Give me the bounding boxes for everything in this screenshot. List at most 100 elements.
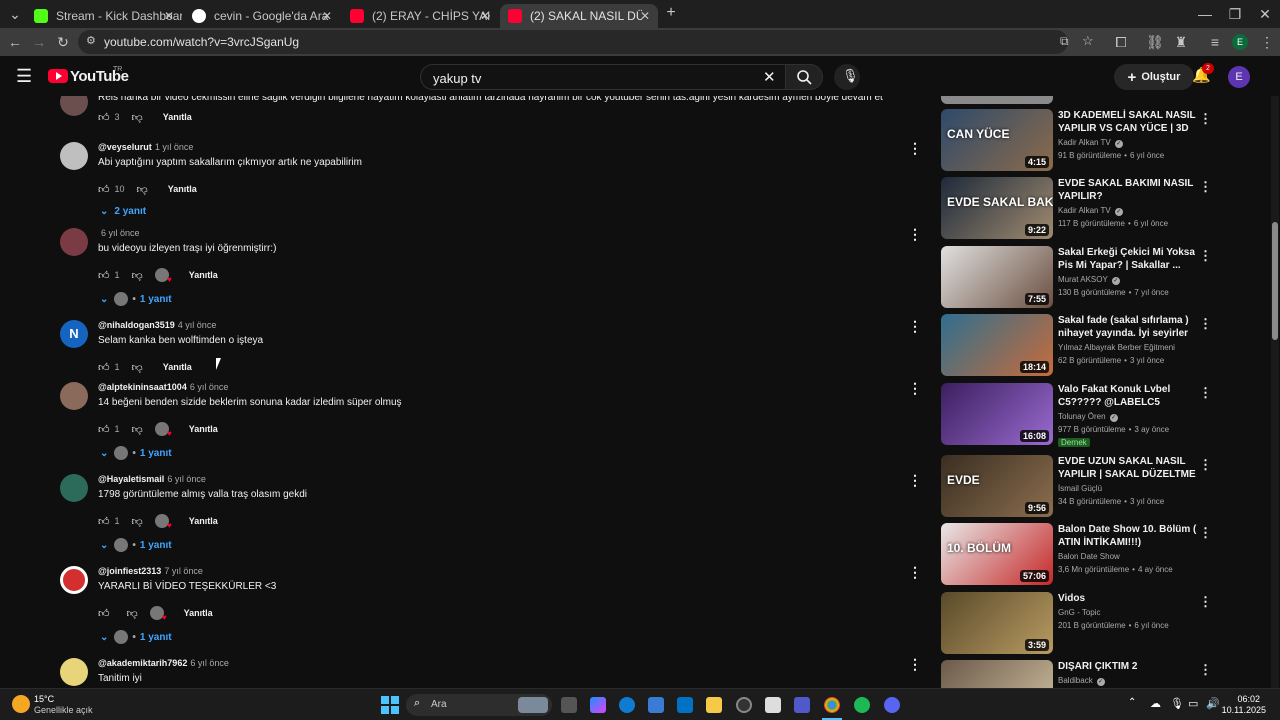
scrollbar[interactable]: [1271, 96, 1279, 688]
related-video[interactable]: EVDE SAKAL BAKIMI 9:22 EVDE SAKAL BAKIMI N…: [941, 177, 1241, 239]
video-thumbnail[interactable]: EVDE SAKAL BAKIMI 9:22: [941, 177, 1053, 239]
browser-menu-icon[interactable]: ⋮: [1258, 33, 1276, 51]
scrollbar-thumb[interactable]: [1272, 222, 1278, 340]
taskbar-search[interactable]: ⌕ Ara: [406, 694, 552, 716]
channel-name[interactable]: Kadir Alkan TV: [1058, 206, 1111, 215]
weather-icon[interactable]: [12, 695, 30, 713]
tab-kick[interactable]: Stream - Kick Dashboard ✕: [26, 4, 182, 28]
video-thumbnail[interactable]: EVDE 9:56: [941, 455, 1053, 517]
weather-desc[interactable]: Genellikle açık: [34, 705, 93, 715]
site-info-icon[interactable]: ⚙: [86, 34, 96, 47]
video-menu-icon[interactable]: ⋮: [1199, 525, 1212, 541]
youtube-logo-icon[interactable]: [48, 69, 68, 83]
related-video[interactable]: CAN YÜCE 4:15 3D KADEMELİ SAKAL NASIL YAPI…: [941, 109, 1241, 171]
clock-time[interactable]: 06:02: [1232, 694, 1260, 704]
video-channel[interactable]: İsmail Güçlü: [1058, 484, 1102, 493]
video-title[interactable]: EVDE UZUN SAKAL NASIL YAPILIR | SAKAL DÜ…: [1058, 455, 1198, 481]
video-menu-icon[interactable]: ⋮: [1199, 316, 1212, 332]
menu-icon[interactable]: ☰: [16, 66, 32, 87]
video-title[interactable]: Sakal fade (sakal sıfırlama ) nihayet ya…: [1058, 314, 1198, 340]
video-menu-icon[interactable]: ⋮: [1199, 179, 1212, 195]
account-avatar[interactable]: E: [1228, 66, 1250, 88]
channel-name[interactable]: GnG - Topic: [1058, 608, 1101, 617]
copilot-icon[interactable]: [590, 697, 606, 713]
close-icon[interactable]: ✕: [164, 9, 174, 23]
channel-name[interactable]: Yılmaz Albayrak Berber Eğitmeni: [1058, 343, 1175, 352]
close-icon[interactable]: ✕: [322, 9, 332, 23]
minimize-button[interactable]: —: [1196, 5, 1214, 23]
related-video[interactable]: 3:59 Vidos GnG - Topic 201 B görüntüleme • 6 …: [941, 592, 1241, 654]
chrome-icon[interactable]: [824, 697, 840, 713]
video-title[interactable]: EVDE SAKAL BAKIMI NASIL YAPILIR?: [1058, 177, 1198, 203]
cloud-icon[interactable]: ☁: [1150, 697, 1161, 710]
video-menu-icon[interactable]: ⋮: [1199, 457, 1212, 473]
video-thumbnail[interactable]: 10. BÖLÜM 57:06: [941, 523, 1053, 585]
video-thumbnail[interactable]: 18:14: [941, 314, 1053, 376]
related-video[interactable]: EVDE 9:56 EVDE UZUN SAKAL NASIL YAPILIR | …: [941, 455, 1241, 517]
video-thumbnail[interactable]: CAN YÜCE 4:15: [941, 109, 1053, 171]
video-thumbnail[interactable]: [941, 660, 1053, 688]
create-button[interactable]: + Oluştur: [1114, 64, 1194, 90]
search-button[interactable]: [785, 64, 823, 90]
mic-tray-icon[interactable]: 🎙: [1170, 697, 1184, 710]
window-close-button[interactable]: ✕: [1256, 5, 1274, 23]
related-video[interactable]: 16:08 Valo Fakat Konuk Lvbel C5????? @LAB…: [941, 383, 1241, 447]
media-icon[interactable]: ≡: [1206, 33, 1224, 51]
video-channel[interactable]: Baldiback ✓: [1058, 676, 1105, 686]
video-thumbnail[interactable]: 3:59: [941, 592, 1053, 654]
video-menu-icon[interactable]: ⋮: [1199, 248, 1212, 264]
address-bar[interactable]: ⚙ youtube.com/watch?v=3vrcJSganUg ⧉ ☆: [78, 30, 1094, 54]
channel-name[interactable]: Tolunay Ören: [1058, 412, 1106, 421]
related-video[interactable]: 10. BÖLÜM 57:06 Balon Date Show 10. Bölüm …: [941, 523, 1241, 585]
install-icon[interactable]: ⧉: [1060, 34, 1069, 49]
video-menu-icon[interactable]: ⋮: [1199, 594, 1212, 610]
clear-search-icon[interactable]: ✕: [763, 68, 776, 86]
back-icon[interactable]: ←: [6, 33, 24, 51]
related-video[interactable]: DIŞARI ÇIKTIM 2 Baldiback ✓ ⋮: [941, 660, 1241, 688]
video-channel[interactable]: GnG - Topic: [1058, 608, 1101, 617]
tab-youtube-eray[interactable]: (2) ERAY - CHİPS YAKUPTV YÜZ ✕: [342, 4, 498, 28]
file-explorer-icon[interactable]: [706, 697, 722, 713]
video-thumbnail[interactable]: [941, 96, 1053, 104]
channel-name[interactable]: Baldiback: [1058, 676, 1093, 685]
tab-google[interactable]: cevin - Google'da Ara ✕: [184, 4, 340, 28]
video-channel[interactable]: Balon Date Show: [1058, 552, 1120, 561]
store-icon[interactable]: [648, 697, 664, 713]
tab-youtube-sakal[interactable]: (2) SAKAL NASIL DÜZELTİLİR V... ✕: [500, 4, 658, 28]
forward-icon[interactable]: →: [30, 33, 48, 51]
channel-name[interactable]: Murat AKSOY: [1058, 275, 1108, 284]
start-button[interactable]: [381, 696, 399, 714]
link-icon[interactable]: ⛓: [1146, 33, 1164, 51]
related-video[interactable]: 18:14 Sakal fade (sakal sıfırlama ) nihay…: [941, 314, 1241, 376]
clock-date[interactable]: 10.11.2025: [1218, 705, 1266, 715]
edge-icon[interactable]: [619, 697, 635, 713]
channel-name[interactable]: Balon Date Show: [1058, 552, 1120, 561]
search-input[interactable]: yakup tv: [433, 71, 481, 86]
channel-name[interactable]: İsmail Güçlü: [1058, 484, 1102, 493]
profile-avatar[interactable]: E: [1232, 34, 1248, 50]
channel-name[interactable]: Kadir Alkan TV: [1058, 138, 1111, 147]
video-channel[interactable]: Tolunay Ören ✓: [1058, 412, 1118, 422]
close-icon[interactable]: ✕: [480, 9, 490, 23]
video-title[interactable]: Sakal Erkeği Çekici Mi Yoksa Pis Mi Yapa…: [1058, 246, 1198, 272]
video-menu-icon[interactable]: ⋮: [1199, 111, 1212, 127]
video-title[interactable]: 3D KADEMELİ SAKAL NASIL YAPILIR VS CAN Y…: [1058, 109, 1198, 135]
outlook-icon[interactable]: [677, 697, 693, 713]
network-icon[interactable]: ▭: [1188, 697, 1198, 710]
search-box[interactable]: yakup tv ✕: [420, 64, 786, 90]
restore-button[interactable]: ❐: [1226, 5, 1244, 23]
video-channel[interactable]: Murat AKSOY ✓: [1058, 275, 1120, 285]
voice-search-button[interactable]: 🎙: [834, 64, 860, 90]
app-window-icon[interactable]: [765, 697, 781, 713]
related-video[interactable]: 7:55 Sakal Erkeği Çekici Mi Yoksa Pis Mi …: [941, 246, 1241, 308]
video-title[interactable]: Valo Fakat Konuk Lvbel C5????? @LABELC5 …: [1058, 383, 1198, 409]
video-title[interactable]: DIŞARI ÇIKTIM 2: [1058, 660, 1198, 673]
discord-icon[interactable]: [884, 697, 900, 713]
video-thumbnail[interactable]: 7:55: [941, 246, 1053, 308]
video-menu-icon[interactable]: ⋮: [1199, 662, 1212, 678]
spotify-icon[interactable]: [854, 697, 870, 713]
video-channel[interactable]: Kadir Alkan TV ✓: [1058, 206, 1123, 216]
video-title[interactable]: Balon Date Show 10. Bölüm ( ATIN İNTİKAM…: [1058, 523, 1198, 549]
teams-icon[interactable]: [794, 697, 810, 713]
bookmark-star-icon[interactable]: ☆: [1082, 33, 1094, 49]
